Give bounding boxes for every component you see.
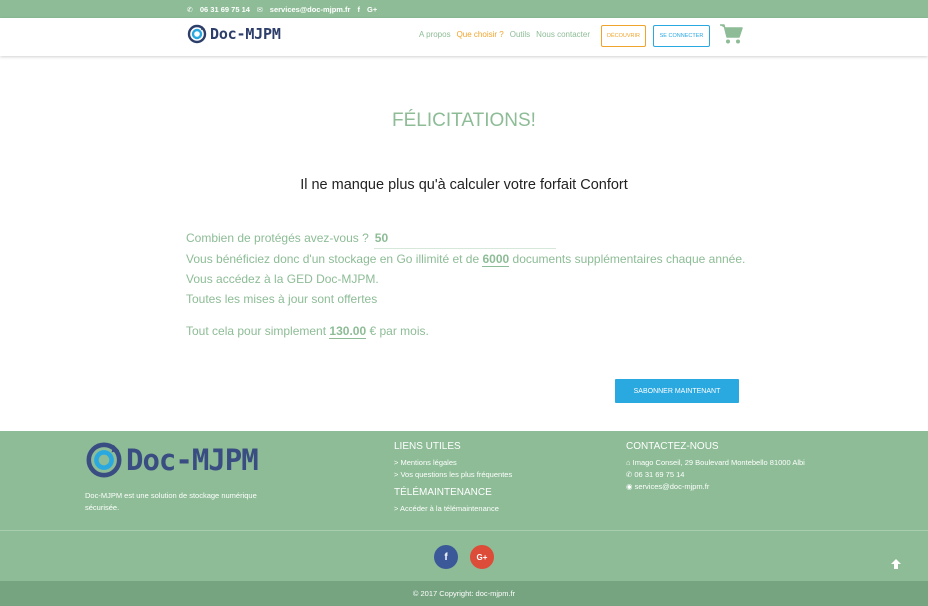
price-prefix: Tout cela pour simplement [186,324,327,338]
footer-logo[interactable]: Doc-MJPM [85,441,259,479]
phone-icon: ✆ [187,6,193,14]
protected-count-input[interactable]: 50 [373,228,556,249]
google-plus-icon[interactable]: G+ [470,545,494,569]
logo[interactable]: Doc-MJPM [187,24,281,44]
updates-line: Toutes les mises à jour sont offertes [186,292,378,306]
protected-count-row: Combien de protégés avez-vous ? 50 [186,228,746,249]
logo-text: Doc-MJPM [210,25,281,43]
contact-column: CONTACTEZ-NOUS ⌂ Imago Conseil, 29 Boule… [626,441,805,493]
subscribe-button[interactable]: SABONNER MAINTENANT [615,379,739,403]
footer-social: f G+ [0,530,928,581]
nav-item-choose[interactable]: Que choisir ? [457,30,504,39]
arrow-up-icon[interactable] [890,558,902,570]
price-value: 130.00 [329,324,367,339]
footer-description: Doc-MJPM est une solution de stockage nu… [85,491,257,512]
useful-links: LIENS UTILES > Mentions légales > Vos qu… [394,441,512,515]
storage-prefix: Vous bénéficiez donc d'un stockage en Go… [186,252,480,266]
link-faq[interactable]: > Vos questions les plus fréquentes [394,469,512,481]
discover-button[interactable]: DÉCOUVRIR [601,25,646,47]
contact-address: ⌂ Imago Conseil, 29 Boulevard Montebello… [626,457,805,469]
ged-line: Vous accédez à la GED Doc-MJPM. [186,272,379,286]
home-icon: ⌂ [626,458,631,467]
topbar-phone[interactable]: 06 31 69 75 14 [200,5,250,14]
facebook-icon[interactable]: f [357,5,360,14]
nav-item-about[interactable]: A propos [419,30,451,39]
footer-logo-text: Doc-MJPM [126,443,259,477]
contact-email: ◉ services@doc-mjpm.fr [626,481,805,493]
useful-links-title: LIENS UTILES [394,441,461,452]
globe-icon: ◉ [626,482,633,491]
main-header: Doc-MJPM A propos Que choisir ? Outils N… [0,18,928,56]
page-subtitle: Il ne manque plus qu'à calculer votre fo… [300,177,628,193]
tele-title: TÉLÉMAINTENANCE [394,487,492,498]
nav-item-contact[interactable]: Nous contacter [536,30,590,39]
contact-phone: ✆ 06 31 69 75 14 [626,469,805,481]
footer: Doc-MJPM Doc-MJPM est une solution de st… [0,431,928,530]
contact-title: CONTACTEZ-NOUS [626,441,719,452]
phone-icon: ✆ [626,470,633,479]
link-legal[interactable]: > Mentions légales [394,457,512,469]
google-plus-icon[interactable]: G+ [367,5,377,14]
storage-line: Vous bénéficiez donc d'un stockage en Go… [186,249,746,269]
copyright-text: © 2017 Copyright: [412,589,474,598]
envelope-icon: ✉ [256,6,263,14]
protected-count-label: Combien de protégés avez-vous ? [186,231,369,245]
gear-sync-icon [86,442,122,478]
phone-text[interactable]: 06 31 69 75 14 [634,470,684,479]
copyright-bar: © 2017 Copyright: doc-mjpm.fr [0,581,928,606]
email-text[interactable]: services@doc-mjpm.fr [635,482,710,491]
top-bar: ✆ 06 31 69 75 14 ✉ services@doc-mjpm.fr … [0,0,928,18]
link-tele[interactable]: > Accéder à la télémaintenance [394,503,512,515]
main-nav: A propos Que choisir ? Outils Nous conta… [419,30,590,39]
price-suffix: € par mois. [369,324,429,338]
login-button[interactable]: SE CONNECTER [653,25,710,47]
cart-icon[interactable] [719,23,743,45]
page-title: FÉLICITATIONS! [392,110,536,131]
price-line: Tout cela pour simplement 130.00 € par m… [186,321,746,341]
topbar-email[interactable]: services@doc-mjpm.fr [270,5,351,14]
copyright-link[interactable]: doc-mjpm.fr [476,589,516,598]
facebook-icon[interactable]: f [434,545,458,569]
storage-suffix: documents supplémentaires chaque année. [512,252,746,266]
nav-item-tools[interactable]: Outils [510,30,530,39]
documents-value: 6000 [482,252,510,267]
calculator-content: Combien de protégés avez-vous ? 50 Vous … [186,228,746,341]
gear-sync-icon [187,24,207,44]
address-text: Imago Conseil, 29 Boulevard Montebello 8… [632,458,805,467]
